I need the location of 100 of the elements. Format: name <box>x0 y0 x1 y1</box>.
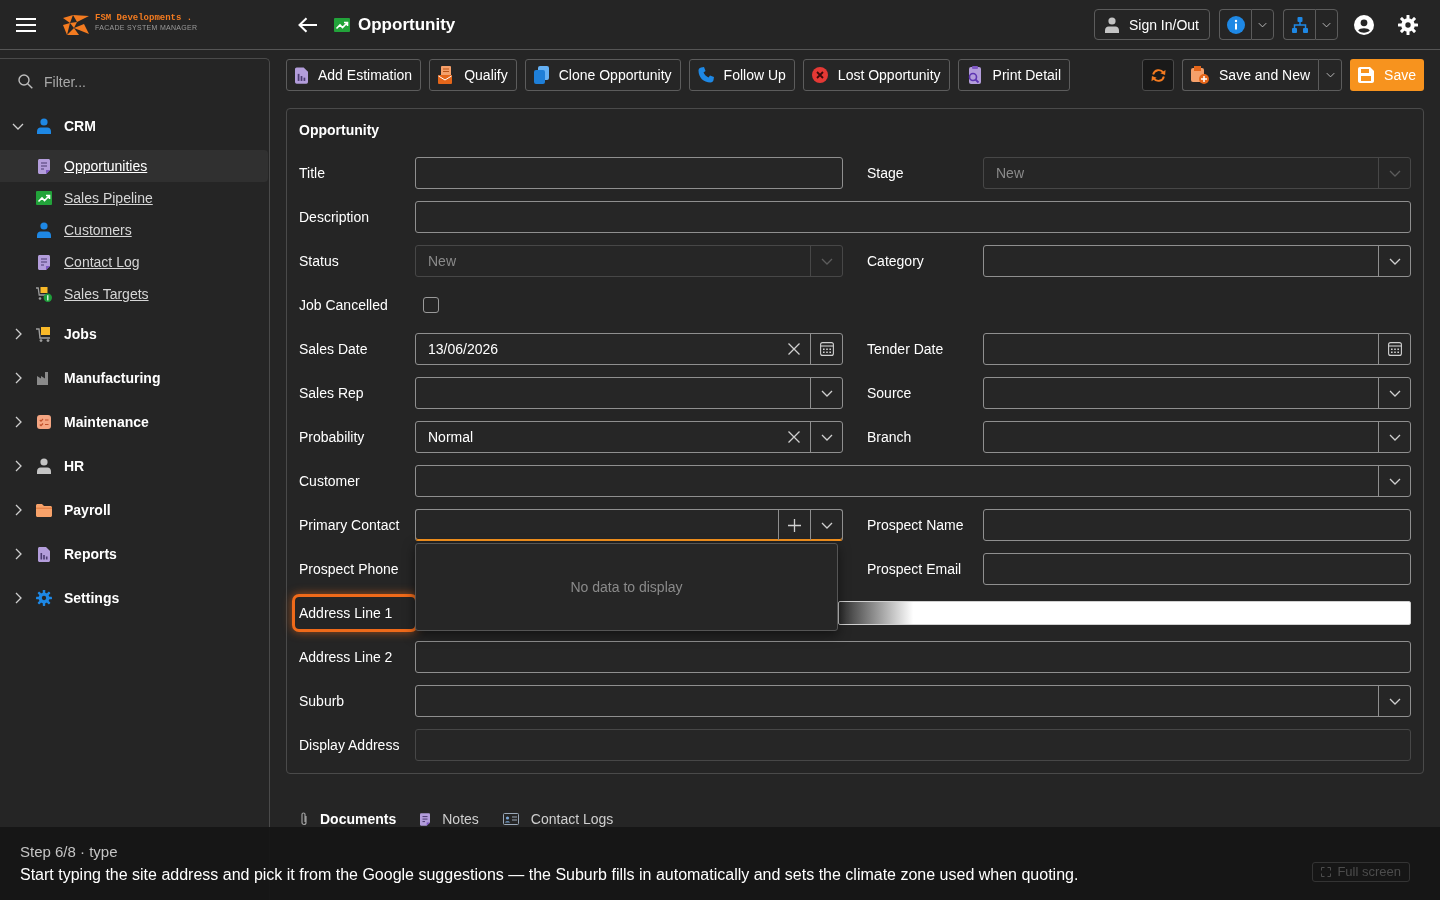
toolbar-button[interactable]: Clone Opportunity <box>524 59 681 91</box>
field-label: Prospect Phone <box>298 560 400 579</box>
paperclip-icon <box>300 812 308 826</box>
info-button[interactable] <box>1219 9 1251 40</box>
chevron-down-icon <box>1388 433 1401 441</box>
toolbar-button[interactable]: Follow Up <box>688 59 795 91</box>
text-field[interactable] <box>983 553 1411 585</box>
text-field[interactable] <box>415 201 1411 233</box>
field-label: Customer <box>298 472 361 491</box>
folder-icon <box>36 503 52 517</box>
address-search-field[interactable] <box>838 601 1411 625</box>
empty-message: No data to display <box>570 578 683 597</box>
filter-input[interactable]: Filter... <box>44 71 244 92</box>
note-icon <box>420 812 431 826</box>
select-field[interactable] <box>415 377 843 409</box>
toolbar-button[interactable]: Qualify <box>429 59 517 91</box>
account-button[interactable] <box>1354 14 1374 35</box>
date-field[interactable]: 13/06/2026 <box>415 333 843 365</box>
nav-link[interactable]: Customers <box>0 214 268 246</box>
search-icon <box>18 74 33 89</box>
nav-group[interactable]: Reports <box>0 532 269 576</box>
nav-group[interactable]: CRM <box>0 104 269 148</box>
text-field[interactable] <box>983 509 1411 541</box>
tour-step: Step 6/8 · type <box>20 842 118 862</box>
close-circle-icon <box>811 67 828 83</box>
field-label: Status <box>298 252 340 271</box>
nav-link[interactable]: Contact Log <box>0 246 268 278</box>
select-field[interactable] <box>415 465 1411 497</box>
expand-icon <box>1321 867 1332 877</box>
checklist-icon <box>37 415 51 429</box>
chevron-down-icon <box>1325 72 1335 78</box>
chevron-down-icon <box>820 389 833 397</box>
select-field[interactable] <box>983 377 1411 409</box>
tab[interactable]: Documents <box>300 811 397 827</box>
text-field[interactable] <box>415 157 843 189</box>
person-icon <box>37 458 51 474</box>
field-label: Job Cancelled <box>298 296 389 315</box>
chart-icon <box>334 17 350 32</box>
org-chart-button[interactable] <box>1283 9 1315 40</box>
nav-group[interactable]: HR <box>0 444 269 488</box>
field-label: Sales Rep <box>298 384 365 403</box>
field-label: Primary Contact <box>298 516 401 535</box>
field-label: Address Line 2 <box>298 648 394 667</box>
field-label: Prospect Name <box>866 516 965 535</box>
chart-icon <box>36 191 52 205</box>
combo-field[interactable] <box>415 509 843 541</box>
cart-coin-icon <box>36 286 52 302</box>
text-field[interactable] <box>415 641 1411 673</box>
checkbox[interactable] <box>423 297 439 313</box>
logo-icon <box>62 13 90 36</box>
nav-group[interactable]: Maintenance <box>0 400 269 444</box>
settings-icon <box>1398 14 1418 35</box>
section-title: Opportunity <box>298 121 380 140</box>
calendar-icon <box>819 342 834 356</box>
field-label: Display Address <box>298 736 401 755</box>
select-field[interactable] <box>983 421 1411 453</box>
nav-link[interactable]: Sales Pipeline <box>0 182 268 214</box>
nav-link[interactable]: Sales Targets <box>0 278 268 310</box>
menu-icon <box>16 17 36 32</box>
document-stack-icon <box>438 66 455 84</box>
chevron-down-icon <box>1388 257 1401 265</box>
factory-icon <box>37 371 51 385</box>
arrow-left-icon <box>298 16 318 33</box>
chevron-down-icon <box>1322 21 1331 28</box>
select-field[interactable] <box>415 685 1411 717</box>
tab[interactable]: Contact Logs <box>502 811 614 827</box>
nav-group[interactable]: Settings <box>0 576 269 620</box>
select-field[interactable]: Normal <box>415 421 843 453</box>
toolbar-button[interactable]: Add Estimation <box>286 59 422 91</box>
field-label: Branch <box>866 428 913 447</box>
settings-icon <box>36 590 52 606</box>
plus-icon <box>788 518 801 532</box>
settings-button[interactable] <box>1398 14 1418 35</box>
clipboard-search-icon <box>966 66 983 84</box>
field-label: Source <box>866 384 913 403</box>
sign-in-out-button[interactable]: Sign In/Out <box>1093 9 1210 40</box>
brand-name: FSM Developments . <box>95 13 194 24</box>
toolbar-button[interactable]: Lost Opportunity <box>802 59 950 91</box>
nav-group[interactable]: Manufacturing <box>0 356 269 400</box>
chevron-down-icon <box>1388 389 1401 397</box>
toolbar-button[interactable]: Print Detail <box>957 59 1071 91</box>
nav-group[interactable]: Jobs <box>0 312 269 356</box>
chevron-down-icon <box>820 433 833 441</box>
document-icon <box>38 158 50 174</box>
document-icon <box>38 254 50 270</box>
report-icon <box>38 546 50 562</box>
nav-group[interactable]: Payroll <box>0 488 269 532</box>
account-icon <box>1354 14 1374 35</box>
report-icon <box>295 66 308 84</box>
hierarchy-icon <box>1291 16 1308 33</box>
select-field[interactable] <box>983 245 1411 277</box>
date-field[interactable] <box>983 333 1411 365</box>
close-icon <box>788 343 800 355</box>
person-icon <box>37 222 51 238</box>
save-and-new-button[interactable]: Save and New <box>1182 59 1319 91</box>
field-label: Title <box>298 164 326 183</box>
nav-link[interactable]: Opportunities <box>0 150 268 182</box>
chevron-down-icon <box>820 521 833 529</box>
tab[interactable]: Notes <box>420 811 479 827</box>
refresh-button[interactable] <box>1142 59 1174 91</box>
